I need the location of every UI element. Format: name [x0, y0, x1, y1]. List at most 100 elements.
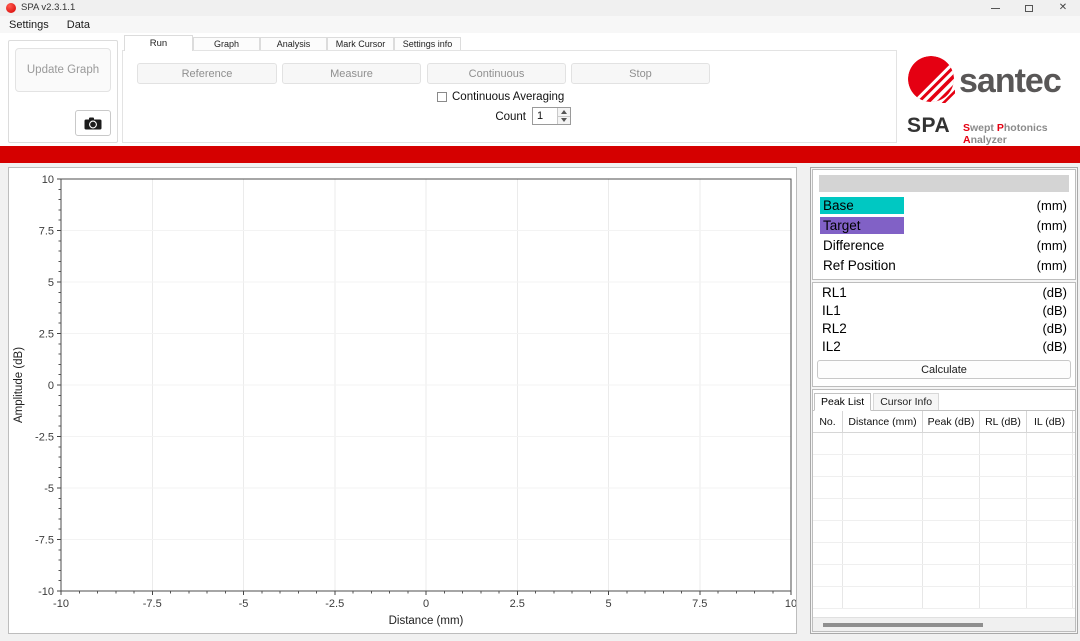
- red-divider-bar: [0, 146, 1080, 163]
- difference-label: Difference: [820, 237, 887, 254]
- table-cell: [1027, 565, 1073, 586]
- table-cell: [843, 543, 923, 564]
- svg-text:-7.5: -7.5: [35, 535, 54, 547]
- difference-row: Difference (mm): [813, 235, 1075, 255]
- table-row[interactable]: [813, 565, 1075, 587]
- col-rl[interactable]: RL (dB): [980, 411, 1027, 432]
- tab-analysis[interactable]: Analysis: [260, 37, 327, 51]
- col-peak[interactable]: Peak (dB): [923, 411, 980, 432]
- svg-text:-2.5: -2.5: [35, 432, 54, 444]
- count-value[interactable]: 1: [533, 108, 557, 124]
- tagline-part: wept: [970, 122, 997, 134]
- table-row[interactable]: [813, 455, 1075, 477]
- peak-list-box: Peak List Cursor Info No. Distance (mm) …: [812, 389, 1076, 632]
- reference-button[interactable]: Reference: [137, 63, 277, 84]
- table-cell: [813, 521, 843, 542]
- svg-text:-10: -10: [53, 598, 69, 610]
- scrollbar-thumb[interactable]: [823, 623, 983, 627]
- tab-cursor-info[interactable]: Cursor Info: [873, 393, 939, 410]
- tab-peak-list[interactable]: Peak List: [814, 393, 871, 411]
- table-cell: [980, 455, 1027, 476]
- svg-text:2.5: 2.5: [39, 329, 54, 341]
- tagline-part: A: [963, 134, 971, 146]
- il1-unit: (dB): [1042, 303, 1067, 318]
- count-down-button[interactable]: [558, 117, 570, 125]
- panel-header-bar: [819, 175, 1069, 192]
- svg-text:7.5: 7.5: [39, 226, 54, 238]
- base-row: Base (mm): [813, 195, 1075, 215]
- continuous-button[interactable]: Continuous: [427, 63, 566, 84]
- tagline-part: nalyzer: [971, 134, 1007, 146]
- svg-text:2.5: 2.5: [510, 598, 525, 610]
- tab-mark-cursor[interactable]: Mark Cursor: [327, 37, 394, 51]
- minimize-icon: [991, 8, 1000, 9]
- table-cell: [923, 587, 980, 608]
- tab-settings-info[interactable]: Settings info: [394, 37, 461, 51]
- rl1-label: RL1: [822, 285, 847, 300]
- amplitude-chart[interactable]: -10-7.5-5-2.502.557.510-10-7.5-5-2.502.5…: [8, 167, 797, 634]
- close-button[interactable]: ✕: [1046, 0, 1080, 16]
- table-cell: [980, 477, 1027, 498]
- table-cell: [813, 543, 843, 564]
- table-row[interactable]: [813, 521, 1075, 543]
- horizontal-scrollbar[interactable]: [813, 617, 1075, 631]
- update-graph-button[interactable]: Update Graph: [15, 48, 111, 92]
- base-label: Base: [820, 197, 904, 214]
- col-distance[interactable]: Distance (mm): [843, 411, 923, 432]
- tab-graph[interactable]: Graph: [193, 37, 260, 51]
- col-no[interactable]: No.: [813, 411, 843, 432]
- tab-run[interactable]: Run: [124, 35, 193, 51]
- table-cell: [1027, 433, 1073, 454]
- table-row[interactable]: [813, 477, 1075, 499]
- table-cell: [1027, 455, 1073, 476]
- difference-unit: (mm): [1037, 238, 1067, 253]
- count-stepper[interactable]: 1: [532, 107, 571, 125]
- camera-icon: [84, 117, 102, 130]
- chart-canvas: -10-7.5-5-2.502.557.510-10-7.5-5-2.502.5…: [9, 168, 796, 633]
- window-title: SPA v2.3.1.1: [21, 2, 75, 13]
- screenshot-button[interactable]: [75, 110, 111, 136]
- table-cell: [923, 565, 980, 586]
- table-cell: [980, 543, 1027, 564]
- table-cell: [923, 521, 980, 542]
- table-cell: [843, 499, 923, 520]
- table-cell: [813, 587, 843, 608]
- table-row[interactable]: [813, 543, 1075, 565]
- table-cell: [813, 565, 843, 586]
- table-cell: [843, 477, 923, 498]
- count-up-button[interactable]: [558, 108, 570, 117]
- table-cell: [980, 433, 1027, 454]
- peak-tab-strip: Peak List Cursor Info: [813, 390, 1075, 410]
- ref-position-label: Ref Position: [820, 257, 899, 274]
- calculate-button[interactable]: Calculate: [817, 360, 1071, 379]
- continuous-averaging-checkbox[interactable]: [437, 92, 447, 102]
- col-il[interactable]: IL (dB): [1027, 411, 1073, 432]
- minimize-button[interactable]: [978, 0, 1012, 16]
- svg-text:-7.5: -7.5: [143, 598, 162, 610]
- table-cell: [980, 521, 1027, 542]
- table-row[interactable]: [813, 433, 1075, 455]
- table-row[interactable]: [813, 499, 1075, 521]
- menu-settings[interactable]: Settings: [0, 19, 58, 31]
- il2-label: IL2: [822, 339, 841, 354]
- svg-text:-5: -5: [239, 598, 249, 610]
- restore-button[interactable]: [1012, 0, 1046, 16]
- svg-text:-10: -10: [38, 586, 54, 598]
- peak-table[interactable]: No. Distance (mm) Peak (dB) RL (dB) IL (…: [813, 410, 1075, 631]
- svg-text:0: 0: [423, 598, 429, 610]
- tagline-part: P: [997, 122, 1004, 134]
- table-cell: [1027, 543, 1073, 564]
- chevron-down-icon: [561, 118, 567, 122]
- tagline-part: hotonics: [1004, 122, 1048, 134]
- table-cell: [843, 565, 923, 586]
- window-controls: ✕: [978, 0, 1080, 16]
- chevron-up-icon: [561, 110, 567, 114]
- menu-data[interactable]: Data: [58, 19, 99, 31]
- stop-button[interactable]: Stop: [571, 63, 710, 84]
- title-bar: SPA v2.3.1.1 ✕: [0, 0, 1080, 16]
- measure-button[interactable]: Measure: [282, 63, 421, 84]
- svg-text:5: 5: [48, 277, 54, 289]
- table-row[interactable]: [813, 587, 1075, 609]
- count-label: Count: [466, 111, 526, 123]
- peak-table-header: No. Distance (mm) Peak (dB) RL (dB) IL (…: [813, 411, 1075, 433]
